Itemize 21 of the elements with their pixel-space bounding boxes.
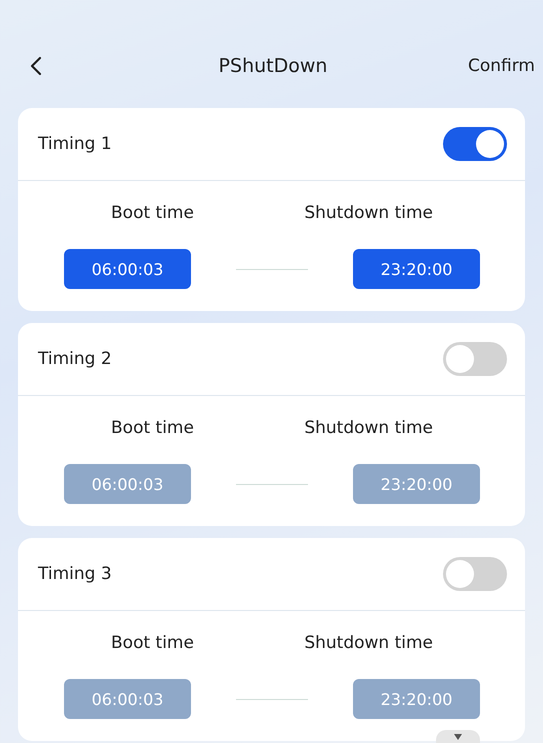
timing-label: Timing 2 (38, 349, 112, 369)
shutdown-time-label: Shutdown time (304, 633, 433, 653)
shutdown-time-label: Shutdown time (304, 203, 433, 223)
boot-time-label: Boot time (111, 203, 194, 223)
toggle-switch[interactable] (443, 557, 507, 591)
shutdown-time-label: Shutdown time (304, 418, 433, 438)
boot-time-button[interactable]: 06:00:03 (64, 679, 191, 719)
boot-time-label: Boot time (111, 418, 194, 438)
page-title: PShutDown (218, 55, 328, 77)
shutdown-time-button[interactable]: 23:20:00 (353, 249, 480, 289)
boot-time-button[interactable]: 06:00:03 (64, 464, 191, 504)
shutdown-time-button[interactable]: 23:20:00 (353, 464, 480, 504)
back-icon[interactable] (30, 56, 42, 76)
toggle-switch[interactable] (443, 342, 507, 376)
confirm-button[interactable]: Confirm (468, 56, 535, 76)
toggle-switch[interactable] (443, 127, 507, 161)
timing-label: Timing 3 (38, 564, 112, 584)
shutdown-time-button[interactable]: 23:20:00 (353, 679, 480, 719)
boot-time-button[interactable]: 06:00:03 (64, 249, 191, 289)
timing-label: Timing 1 (38, 134, 112, 154)
boot-time-label: Boot time (111, 633, 194, 653)
